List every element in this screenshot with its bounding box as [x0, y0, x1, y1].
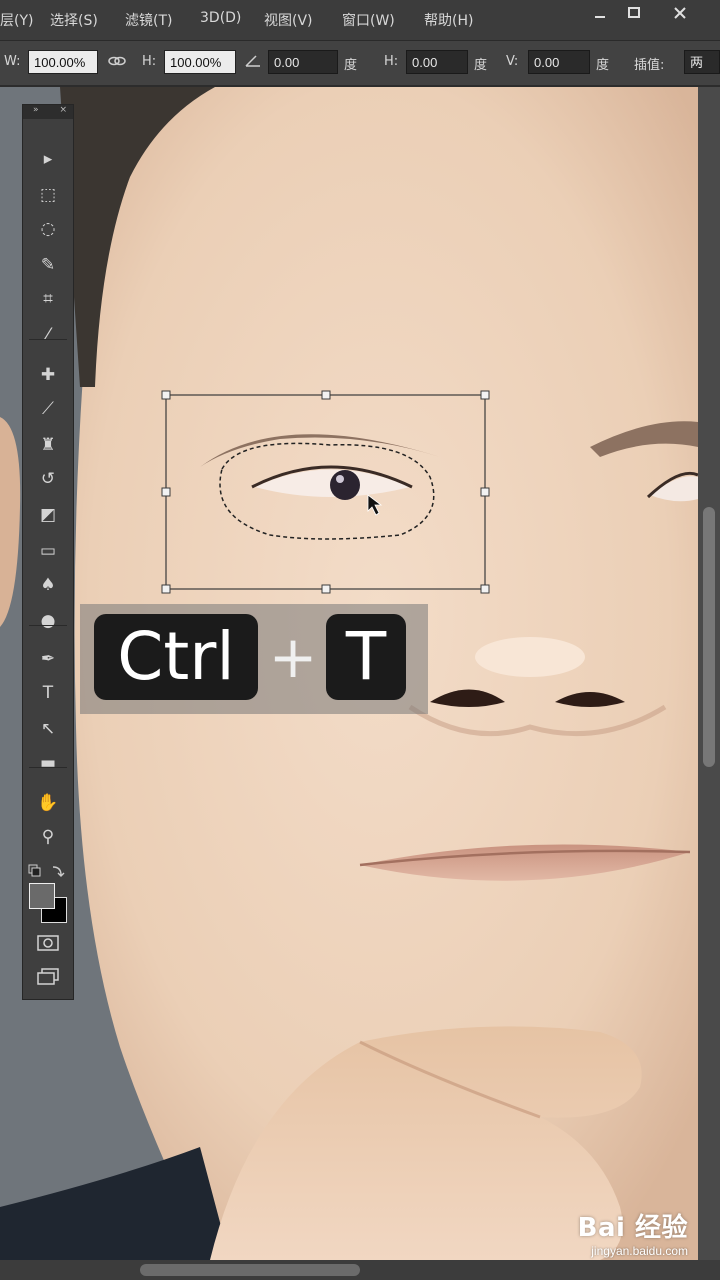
- width-field[interactable]: 100.00%: [28, 50, 98, 74]
- brush-tool-icon[interactable]: ⟋: [31, 395, 65, 423]
- maximize-icon[interactable]: [612, 0, 656, 26]
- crop-tool-icon[interactable]: ⌗: [31, 285, 65, 313]
- document-canvas[interactable]: Ctrl + T: [0, 87, 698, 1260]
- pen-tool-icon[interactable]: ✒: [31, 645, 65, 673]
- skew-v-unit: 度: [596, 58, 610, 73]
- lasso-tool-icon[interactable]: ◌: [31, 215, 65, 243]
- shortcut-overlay: Ctrl + T: [80, 604, 428, 714]
- t-key: T: [326, 614, 406, 700]
- angle-unit: 度: [344, 58, 358, 73]
- dodge-tool-icon[interactable]: ●: [31, 607, 65, 635]
- plus-sign: +: [268, 623, 318, 691]
- path-select-tool-icon[interactable]: ↖: [31, 715, 65, 743]
- skew-h-field[interactable]: 0.00: [406, 50, 468, 74]
- foreground-color-swatch[interactable]: [29, 883, 55, 909]
- vertical-scroll-thumb[interactable]: [703, 507, 715, 767]
- link-icon[interactable]: [108, 54, 126, 72]
- photoshop-window: 图层(Y) 选择(S) 滤镜(T) 3D(D) 视图(V) 窗口(W) 帮助(H…: [0, 0, 720, 1280]
- panel-close-icon[interactable]: ×: [59, 105, 67, 115]
- collapse-icon[interactable]: »: [33, 105, 39, 115]
- tools-panel: » × ▸ ⬚ ◌ ✎ ⌗ ⁄ ✚ ⟋ ♜ ↺ ◩ ▭ ♠ ● ✒ T ↖ ▬ ✋ ⚲: [22, 104, 74, 1000]
- menu-3d[interactable]: 3D(D): [200, 10, 241, 26]
- eraser-tool-icon[interactable]: ◩: [31, 501, 65, 529]
- interpolation-select[interactable]: 两: [684, 50, 720, 74]
- menu-view[interactable]: 视图(V): [264, 10, 313, 30]
- tool-divider: [29, 339, 67, 340]
- stamp-tool-icon[interactable]: ♜: [31, 431, 65, 459]
- quick-select-tool-icon[interactable]: ✎: [31, 251, 65, 279]
- eyedropper-tool-icon[interactable]: ⁄: [31, 321, 65, 349]
- interpolation-label: 插值:: [634, 58, 665, 73]
- menu-window[interactable]: 窗口(W): [342, 10, 395, 30]
- options-bar: W: 100.00% H: 100.00% 0.00 度 H: 0.00 度 V…: [0, 41, 720, 87]
- menu-bar: 图层(Y) 选择(S) 滤镜(T) 3D(D) 视图(V) 窗口(W) 帮助(H…: [0, 0, 720, 41]
- skew-h-label: H:: [384, 54, 399, 69]
- menu-filter[interactable]: 滤镜(T): [125, 10, 172, 30]
- height-label: H:: [142, 54, 157, 69]
- watermark-url: jingyan.baidu.com: [591, 1244, 688, 1258]
- menu-help[interactable]: 帮助(H): [424, 10, 473, 30]
- skew-v-label: V:: [506, 54, 519, 69]
- width-label: W:: [4, 54, 21, 69]
- horizontal-scroll-thumb[interactable]: [140, 1264, 360, 1276]
- history-brush-tool-icon[interactable]: ↺: [31, 465, 65, 493]
- move-tool-icon[interactable]: ▸: [31, 145, 65, 173]
- watermark-brand: Bai 经验: [577, 1213, 688, 1243]
- vertical-scrollbar[interactable]: [698, 87, 720, 1260]
- quick-mask-icon[interactable]: [31, 929, 65, 957]
- close-icon[interactable]: [658, 0, 702, 26]
- skew-v-field[interactable]: 0.00: [528, 50, 590, 74]
- angle-field[interactable]: 0.00: [268, 50, 338, 74]
- marquee-tool-icon[interactable]: ⬚: [31, 181, 65, 209]
- tool-divider: [29, 625, 67, 626]
- hand-tool-icon[interactable]: ✋: [31, 789, 65, 817]
- ctrl-key: Ctrl: [94, 614, 258, 700]
- horizontal-scrollbar[interactable]: [0, 1260, 720, 1280]
- swap-colors-icon[interactable]: [27, 863, 67, 885]
- screen-mode-icon[interactable]: [31, 963, 65, 991]
- height-field[interactable]: 100.00%: [164, 50, 236, 74]
- tool-divider: [29, 767, 67, 768]
- shape-tool-icon[interactable]: ▬: [31, 749, 65, 777]
- zoom-tool-icon[interactable]: ⚲: [31, 823, 65, 851]
- angle-icon: [244, 54, 262, 72]
- watermark: Bai 经验 jingyan.baidu.com: [578, 1207, 688, 1258]
- menu-layer[interactable]: 图层(Y): [0, 10, 33, 30]
- type-tool-icon[interactable]: T: [31, 679, 65, 707]
- healing-brush-tool-icon[interactable]: ✚: [31, 361, 65, 389]
- blur-tool-icon[interactable]: ♠: [31, 571, 65, 599]
- gradient-tool-icon[interactable]: ▭: [31, 537, 65, 565]
- tools-panel-header[interactable]: » ×: [23, 105, 73, 119]
- menu-select[interactable]: 选择(S): [50, 10, 98, 30]
- skew-h-unit: 度: [474, 58, 488, 73]
